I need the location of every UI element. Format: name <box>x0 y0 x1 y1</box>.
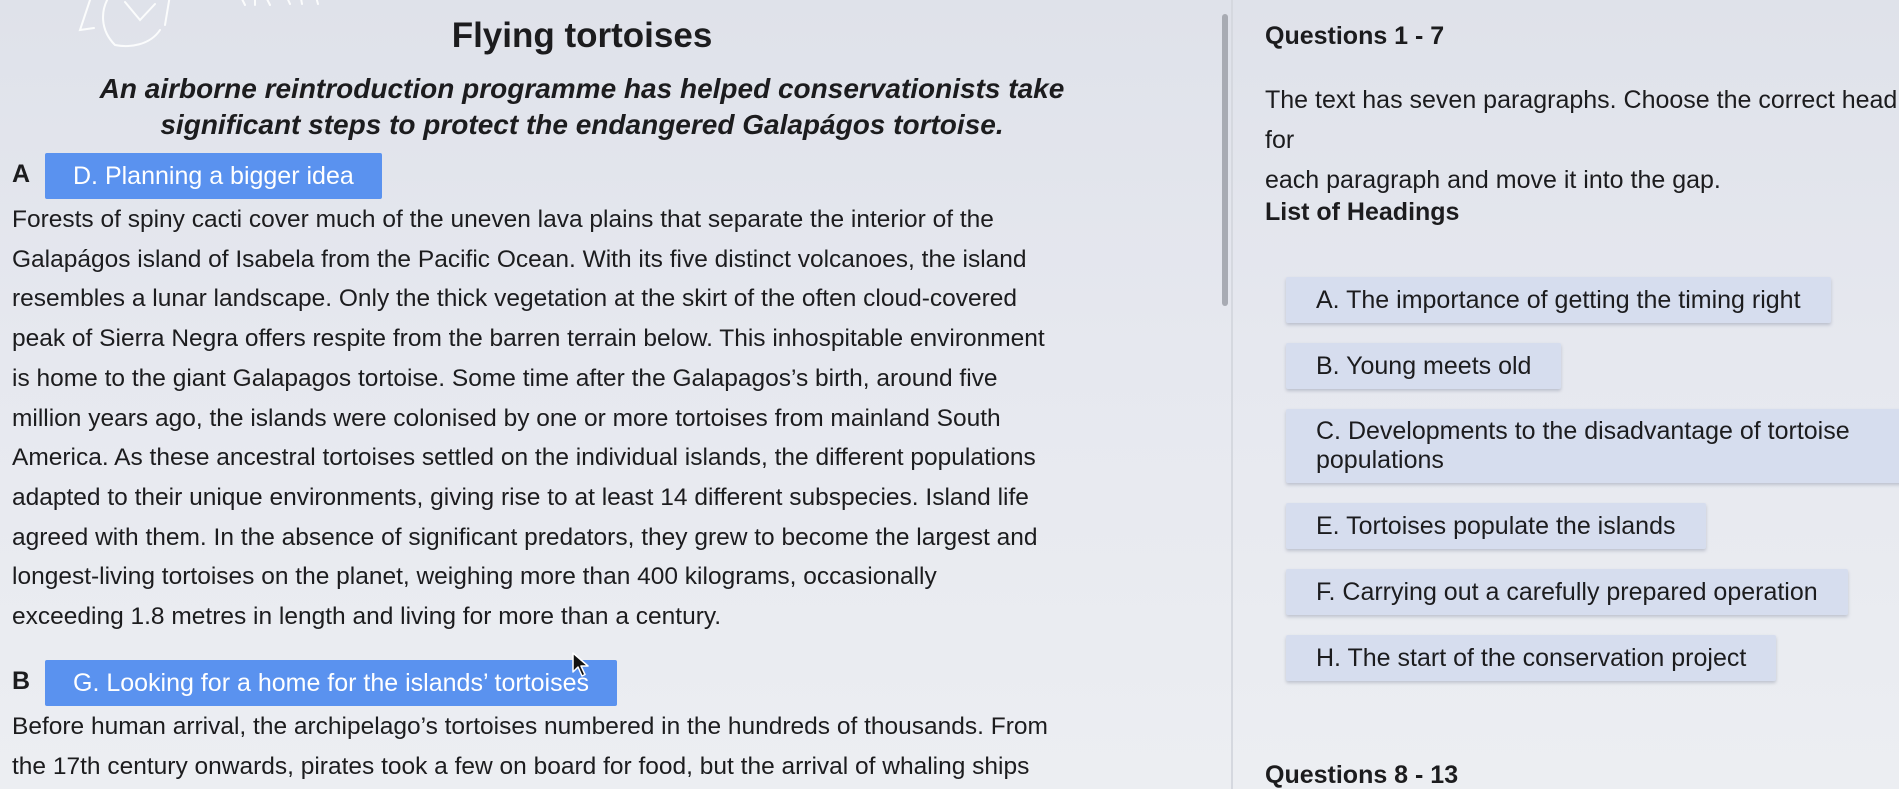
paragraph-b-heading-gap[interactable]: G. Looking for a home for the islands’ t… <box>45 660 618 706</box>
paragraph-a-text: Forests of spiny cacti cover much of the… <box>12 200 1162 637</box>
paragraph-line: Forests of spiny cacti cover much of the… <box>12 206 994 233</box>
paragraph-letter-b: B <box>12 667 31 695</box>
heading-option-f[interactable]: F. Carrying out a carefully prepared ope… <box>1286 569 1848 615</box>
heading-option-a[interactable]: A. The importance of getting the timing … <box>1286 277 1831 323</box>
paragraph-line: longest-living tortoises on the planet, … <box>12 563 937 591</box>
mouse-pointer-icon <box>572 652 589 677</box>
paragraph-b-text: Before human arrival, the archipelago’s … <box>12 707 1162 786</box>
questions-1-7-title: Questions 1 - 7 <box>1265 22 1445 50</box>
paragraph-line: Galapágos island of Isabela from the Pac… <box>12 245 1027 273</box>
passage-subtitle: An airborne reintroduction programme has… <box>99 73 1065 140</box>
paragraph-line: the 17th century onwards, pirates took a… <box>12 752 1030 780</box>
paragraph-line: resembles a lunar landscape. Only the th… <box>12 285 1018 313</box>
paragraph-line: is home to the giant Galapagos tortoise.… <box>12 364 998 392</box>
paragraph-line: America. As these ancestral tortoises se… <box>12 444 1036 472</box>
list-of-headings-title: List of Headings <box>1265 198 1460 226</box>
instructions-line: The text has seven paragraphs. Choose th… <box>1265 86 1899 154</box>
questions-pane[interactable]: Questions 1 - 7 The text has seven parag… <box>1233 0 1899 789</box>
paragraph-line: million years ago, the islands were colo… <box>12 404 1001 432</box>
paragraph-line: agreed with them. In the absence of sign… <box>12 523 1038 551</box>
questions-8-13-title: Questions 8 - 13 <box>1265 761 1459 789</box>
heading-option-b[interactable]: B. Young meets old <box>1286 343 1562 389</box>
paragraph-line: Before human arrival, the archipelago’s … <box>12 713 1048 740</box>
heading-option-c[interactable]: C. Developments to the disadvantage of t… <box>1286 409 1899 483</box>
instructions-line: each paragraph and move it into the gap. <box>1265 166 1721 194</box>
paragraph-line: adapted to their unique environments, gi… <box>12 483 1029 511</box>
heading-option-h[interactable]: H. The start of the conservation project <box>1286 635 1777 681</box>
heading-option-e[interactable]: E. Tortoises populate the islands <box>1286 503 1706 549</box>
paragraph-a-heading-gap[interactable]: D. Planning a bigger idea <box>45 153 382 199</box>
passage-title: Flying tortoises <box>451 16 713 55</box>
paragraph-line: exceeding 1.8 metres in length and livin… <box>12 603 722 631</box>
reading-passage-pane[interactable]: Flying tortoises An airborne reintroduct… <box>0 0 1218 789</box>
paragraph-letter-a: A <box>12 160 31 188</box>
instructions-text: The text has seven paragraphs. Choose th… <box>1265 80 1899 200</box>
passage-scrollbar-thumb[interactable] <box>1222 14 1228 306</box>
paragraph-line: peak of Sierra Negra offers respite from… <box>12 325 1045 353</box>
